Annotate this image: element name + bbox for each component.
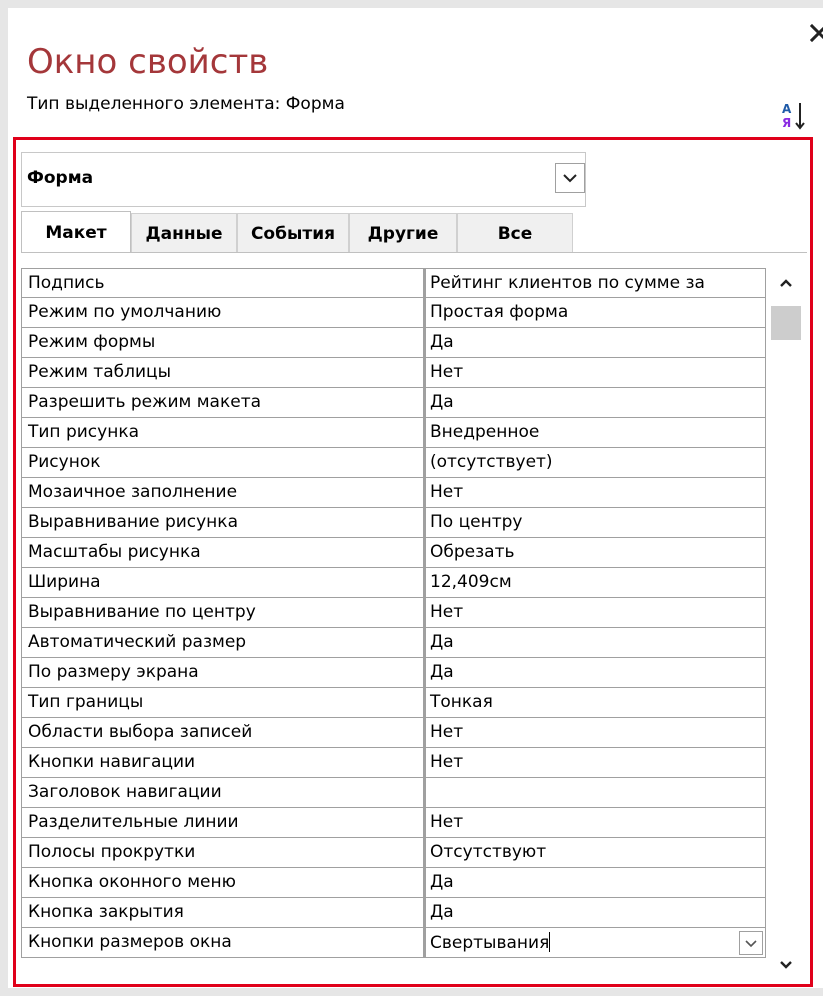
property-row[interactable]: Рисунок (отсутствует) (21, 448, 766, 478)
tab-events[interactable]: События (237, 213, 349, 253)
property-row[interactable]: Полосы прокрутки Отсутствуют (21, 838, 766, 868)
object-selector-value: Форма (27, 168, 94, 188)
property-row[interactable]: Режим по умолчанию Простая форма (21, 298, 766, 328)
property-value[interactable]: Простая форма (423, 298, 766, 328)
property-value[interactable]: Внедренное (423, 418, 766, 448)
property-name: Режим таблицы (21, 358, 423, 388)
tab-layout[interactable]: Макет (21, 211, 131, 253)
property-name: Области выбора записей (21, 718, 423, 748)
text-caret (549, 932, 551, 952)
property-row[interactable]: Подпись Рейтинг клиентов по сумме за (21, 268, 766, 298)
property-row[interactable]: Области выбора записей Нет (21, 718, 766, 748)
property-value[interactable]: Рейтинг клиентов по сумме за (423, 268, 766, 298)
property-value[interactable]: Обрезать (423, 538, 766, 568)
property-value[interactable]: Да (423, 898, 766, 928)
property-value[interactable]: По центру (423, 508, 766, 538)
property-name: Кнопки навигации (21, 748, 423, 778)
scroll-up-button[interactable] (768, 268, 804, 298)
property-row[interactable]: Ширина 12,409см (21, 568, 766, 598)
property-name: Тип рисунка (21, 418, 423, 448)
property-name: Заголовок навигации (21, 778, 423, 808)
tab-divider (21, 252, 807, 253)
property-name: Кнопки размеров окна (21, 928, 423, 958)
property-value[interactable]: Да (423, 628, 766, 658)
property-value[interactable]: Да (423, 328, 766, 358)
property-value[interactable]: Тонкая (423, 688, 766, 718)
property-value[interactable]: Нет (423, 808, 766, 838)
sort-button[interactable]: А Я (780, 100, 810, 132)
property-name: Разделительные линии (21, 808, 423, 838)
property-value[interactable]: 12,409см (423, 568, 766, 598)
property-value: Свертывания (430, 933, 550, 953)
property-value[interactable]: (отсутствует) (423, 448, 766, 478)
property-row[interactable]: Разрешить режим макета Да (21, 388, 766, 418)
property-name: Рисунок (21, 448, 423, 478)
property-row[interactable]: Выравнивание рисунка По центру (21, 508, 766, 538)
property-row[interactable]: Тип рисунка Внедренное (21, 418, 766, 448)
property-row[interactable]: Выравнивание по центру Нет (21, 598, 766, 628)
property-name: Режим по умолчанию (21, 298, 423, 328)
chevron-down-icon (745, 939, 757, 947)
tab-data[interactable]: Данные (131, 213, 237, 253)
property-value[interactable]: Нет (423, 358, 766, 388)
property-name: По размеру экрана (21, 658, 423, 688)
tab-all[interactable]: Все (457, 213, 573, 253)
property-row[interactable]: Тип границы Тонкая (21, 688, 766, 718)
property-name: Ширина (21, 568, 423, 598)
vertical-scrollbar[interactable] (768, 268, 804, 980)
property-row[interactable]: Масштабы рисунка Обрезать (21, 538, 766, 568)
property-name: Кнопка оконного меню (21, 868, 423, 898)
property-name: Мозаичное заполнение (21, 478, 423, 508)
object-selector[interactable]: Форма (21, 152, 586, 207)
property-row-selected[interactable]: Кнопки размеров окна Свертывания (21, 928, 766, 958)
property-value[interactable]: Да (423, 868, 766, 898)
window-title: Окно свойств (27, 42, 269, 82)
chevron-down-icon (563, 174, 577, 183)
property-name: Разрешить режим макета (21, 388, 423, 418)
svg-text:А: А (782, 102, 792, 116)
scroll-down-button[interactable] (768, 950, 804, 980)
scroll-up-icon (780, 279, 792, 287)
property-row[interactable]: Кнопки навигации Нет (21, 748, 766, 778)
property-value[interactable]: Нет (423, 718, 766, 748)
property-name: Кнопка закрытия (21, 898, 423, 928)
property-value[interactable]: Да (423, 658, 766, 688)
svg-text:Я: Я (782, 116, 791, 130)
object-selector-dropdown-button[interactable] (555, 163, 585, 193)
property-row[interactable]: Кнопка оконного меню Да (21, 868, 766, 898)
property-name: Тип границы (21, 688, 423, 718)
tab-other[interactable]: Другие (349, 213, 457, 253)
property-row[interactable]: Режим таблицы Нет (21, 358, 766, 388)
property-name: Подпись (21, 268, 423, 298)
property-row[interactable]: По размеру экрана Да (21, 658, 766, 688)
property-value[interactable]: Отсутствуют (423, 838, 766, 868)
property-name: Масштабы рисунка (21, 538, 423, 568)
sort-az-icon: А Я (782, 102, 805, 130)
close-icon (810, 24, 823, 42)
property-row[interactable]: Кнопка закрытия Да (21, 898, 766, 928)
scroll-down-icon (780, 961, 792, 969)
value-dropdown-button[interactable] (739, 931, 763, 955)
property-name: Автоматический размер (21, 628, 423, 658)
property-row[interactable]: Режим формы Да (21, 328, 766, 358)
property-value-editor[interactable]: Свертывания (423, 928, 766, 958)
property-value[interactable]: Нет (423, 748, 766, 778)
property-name: Полосы прокрутки (21, 838, 423, 868)
selection-type-label: Тип выделенного элемента: Форма (27, 94, 345, 114)
property-value[interactable]: Нет (423, 478, 766, 508)
close-button[interactable] (808, 22, 823, 44)
property-row[interactable]: Автоматический размер Да (21, 628, 766, 658)
property-row[interactable]: Мозаичное заполнение Нет (21, 478, 766, 508)
property-name: Режим формы (21, 328, 423, 358)
property-row[interactable]: Разделительные линии Нет (21, 808, 766, 838)
property-value[interactable]: Нет (423, 598, 766, 628)
property-name: Выравнивание по центру (21, 598, 423, 628)
property-name: Выравнивание рисунка (21, 508, 423, 538)
property-value[interactable] (423, 778, 766, 808)
scroll-thumb[interactable] (771, 306, 801, 340)
property-value[interactable]: Да (423, 388, 766, 418)
property-row[interactable]: Заголовок навигации (21, 778, 766, 808)
